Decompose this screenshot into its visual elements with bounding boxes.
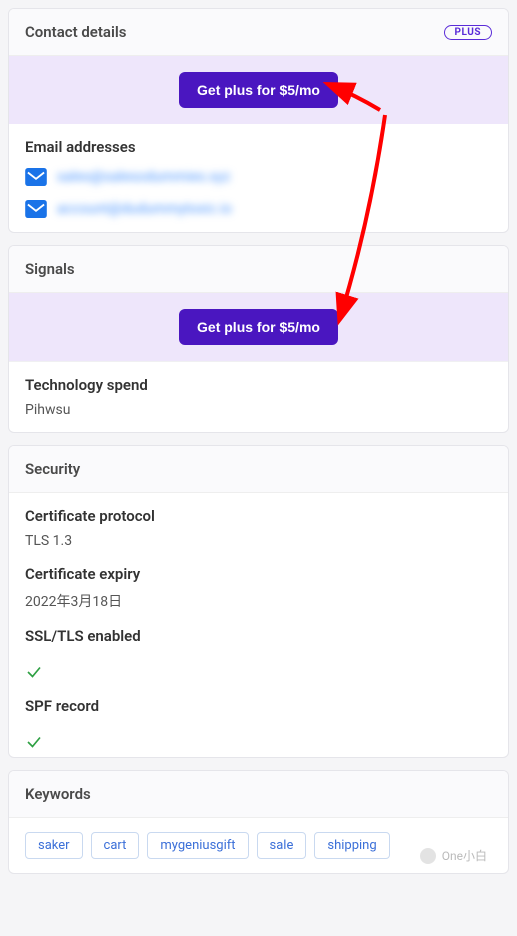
contact-cta-band: Get plus for $5/mo — [9, 56, 508, 124]
security-header: Security — [9, 446, 508, 493]
contact-details-title: Contact details — [25, 23, 126, 41]
cert-protocol-field: Certificate protocol TLS 1.3 — [9, 493, 508, 555]
keyword-tag[interactable]: cart — [91, 832, 140, 859]
contact-details-card: Contact details PLUS Get plus for $5/mo … — [8, 8, 509, 233]
signals-card: Signals Get plus for $5/mo Technology sp… — [8, 245, 509, 433]
keyword-tag[interactable]: mygeniusgift — [147, 832, 248, 859]
cert-protocol-label: Certificate protocol — [25, 507, 492, 525]
security-card: Security Certificate protocol TLS 1.3 Ce… — [8, 445, 509, 758]
cert-protocol-value: TLS 1.3 — [25, 533, 492, 549]
get-plus-button[interactable]: Get plus for $5/mo — [179, 72, 338, 108]
keyword-tag[interactable]: shipping — [314, 832, 389, 859]
plus-badge: PLUS — [444, 25, 492, 40]
spf-field: SPF record — [9, 687, 508, 757]
keywords-header: Keywords — [9, 771, 508, 818]
email-addresses-section: Email addresses sales@salesodummies.xyz … — [9, 124, 508, 232]
email-row: sales@salesodummies.xyz — [25, 168, 492, 186]
keywords-title: Keywords — [25, 785, 91, 803]
ssl-label: SSL/TLS enabled — [25, 627, 492, 645]
cert-expiry-label: Certificate expiry — [25, 565, 492, 583]
email-value-blurred[interactable]: account@dudummytoxic.io — [57, 201, 232, 217]
security-title: Security — [25, 460, 80, 478]
watermark-icon — [420, 848, 436, 864]
keyword-tag[interactable]: sale — [257, 832, 307, 859]
watermark: One小白 — [420, 847, 487, 864]
check-icon — [25, 733, 43, 751]
keyword-tag[interactable]: saker — [25, 832, 83, 859]
get-plus-button[interactable]: Get plus for $5/mo — [179, 309, 338, 345]
keywords-tags-container: saker cart mygeniusgift sale shipping — [9, 818, 508, 873]
email-value-blurred[interactable]: sales@salesodummies.xyz — [57, 169, 230, 185]
check-icon — [25, 663, 43, 681]
tech-spend-value: Pihwsu — [25, 402, 492, 418]
email-row: account@dudummytoxic.io — [25, 200, 492, 218]
tech-spend-label: Technology spend — [25, 376, 492, 394]
ssl-field: SSL/TLS enabled — [9, 617, 508, 687]
mail-icon — [25, 168, 47, 186]
tech-spend-field: Technology spend Pihwsu — [9, 361, 508, 432]
signals-header: Signals — [9, 246, 508, 293]
contact-details-header: Contact details PLUS — [9, 9, 508, 56]
mail-icon — [25, 200, 47, 218]
cert-expiry-value: 2022年3月18日 — [25, 591, 492, 611]
spf-label: SPF record — [25, 697, 492, 715]
watermark-text: One小白 — [442, 847, 487, 864]
email-addresses-title: Email addresses — [25, 138, 492, 156]
signals-cta-band: Get plus for $5/mo — [9, 293, 508, 361]
signals-title: Signals — [25, 260, 75, 278]
cert-expiry-field: Certificate expiry 2022年3月18日 — [9, 555, 508, 617]
